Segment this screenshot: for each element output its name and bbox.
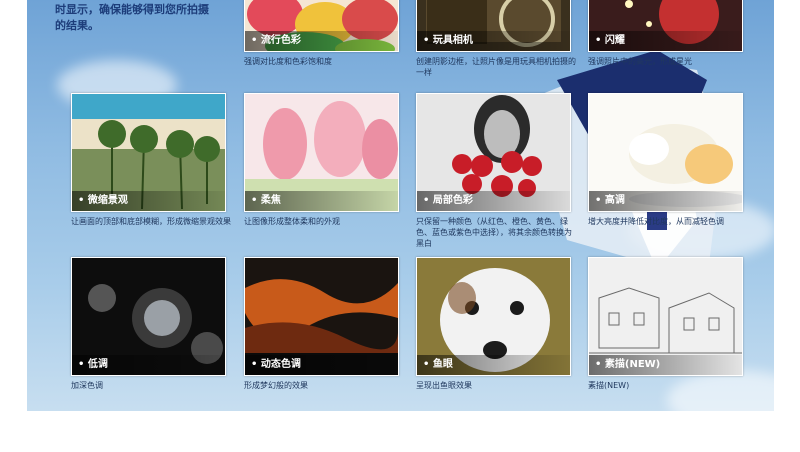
card-caption: • 流行色彩 xyxy=(245,31,398,51)
card-description: 形成梦幻般的效果 xyxy=(244,381,308,390)
card-description: 加深色调 xyxy=(71,381,103,390)
high-key-thumbnail: • 高调 xyxy=(588,93,743,212)
filter-card-partial-color[interactable]: • 局部色彩 只保留一种颜色（从红色、橙色、黄色、绿色、蓝色或紫色中选择），将其… xyxy=(416,93,572,249)
sparkle-thumbnail: • 闪耀 xyxy=(588,0,743,52)
card-description: 让画面的顶部和底部模糊，形成微缩景观效果 xyxy=(71,217,231,226)
card-caption: • 局部色彩 xyxy=(417,191,570,211)
card-description: 只保留一种颜色（从红色、橙色、黄色、绿色、蓝色或紫色中选择），将其余颜色转换为黑… xyxy=(416,217,572,248)
card-description: 强调照片中的高光，形成星光 xyxy=(588,57,692,66)
card-description: 呈现出鱼眼效果 xyxy=(416,381,472,390)
filter-card-fisheye[interactable]: • 鱼眼 呈现出鱼眼效果 xyxy=(416,257,571,391)
card-caption: • 动态色调 xyxy=(245,355,398,375)
filter-card-soft-focus[interactable]: • 柔焦 让图像形成整体柔和的外观 xyxy=(244,93,399,227)
filter-card-pop-color[interactable]: • 流行色彩 强调对比度和色彩饱和度 xyxy=(244,0,399,67)
card-caption: • 鱼眼 xyxy=(417,355,570,375)
card-caption: • 玩具相机 xyxy=(417,31,570,51)
card-description: 强调对比度和色彩饱和度 xyxy=(244,57,332,66)
dramatic-tone-thumbnail: • 动态色调 xyxy=(244,257,399,376)
card-description: 增大亮度并降低对比度，从而减轻色调 xyxy=(588,217,724,226)
filter-card-dramatic-tone[interactable]: • 动态色调 形成梦幻般的效果 xyxy=(244,257,399,391)
filter-card-toy-camera[interactable]: • 玩具相机 创建阴影边框，让照片像是用玩具相机拍摄的一样 xyxy=(416,0,576,78)
filter-card-high-key[interactable]: • 高调 增大亮度并降低对比度，从而减轻色调 xyxy=(588,93,743,227)
card-caption: • 低调 xyxy=(72,355,225,375)
card-caption: • 微缩景观 xyxy=(72,191,225,211)
low-key-thumbnail: • 低调 xyxy=(71,257,226,376)
card-description: 创建阴影边框，让照片像是用玩具相机拍摄的一样 xyxy=(416,57,576,77)
card-description: 素描(NEW) xyxy=(588,381,630,390)
card-caption: • 高调 xyxy=(589,191,742,211)
card-caption: • 闪耀 xyxy=(589,31,742,51)
card-caption: • 素描(NEW) xyxy=(589,355,742,375)
card-caption: • 柔焦 xyxy=(245,191,398,211)
intro-text: 时显示，确保能够得到您所拍摄 的结果。 xyxy=(55,3,209,32)
pop-color-thumbnail: • 流行色彩 xyxy=(244,0,399,52)
fisheye-thumbnail: • 鱼眼 xyxy=(416,257,571,376)
card-description: 让图像形成整体柔和的外观 xyxy=(244,217,340,226)
toy-camera-thumbnail: • 玩具相机 xyxy=(416,0,571,52)
filter-card-sketch[interactable]: • 素描(NEW) 素描(NEW) xyxy=(588,257,743,391)
filter-card-miniature[interactable]: • 微缩景观 让画面的顶部和底部模糊，形成微缩景观效果 xyxy=(71,93,231,227)
partial-color-thumbnail: • 局部色彩 xyxy=(416,93,571,212)
miniature-thumbnail: • 微缩景观 xyxy=(71,93,226,212)
soft-focus-thumbnail: • 柔焦 xyxy=(244,93,399,212)
sketch-thumbnail: • 素描(NEW) xyxy=(588,257,743,376)
filter-card-low-key[interactable]: • 低调 加深色调 xyxy=(71,257,226,391)
filter-card-sparkle[interactable]: • 闪耀 强调照片中的高光，形成星光 xyxy=(588,0,743,67)
